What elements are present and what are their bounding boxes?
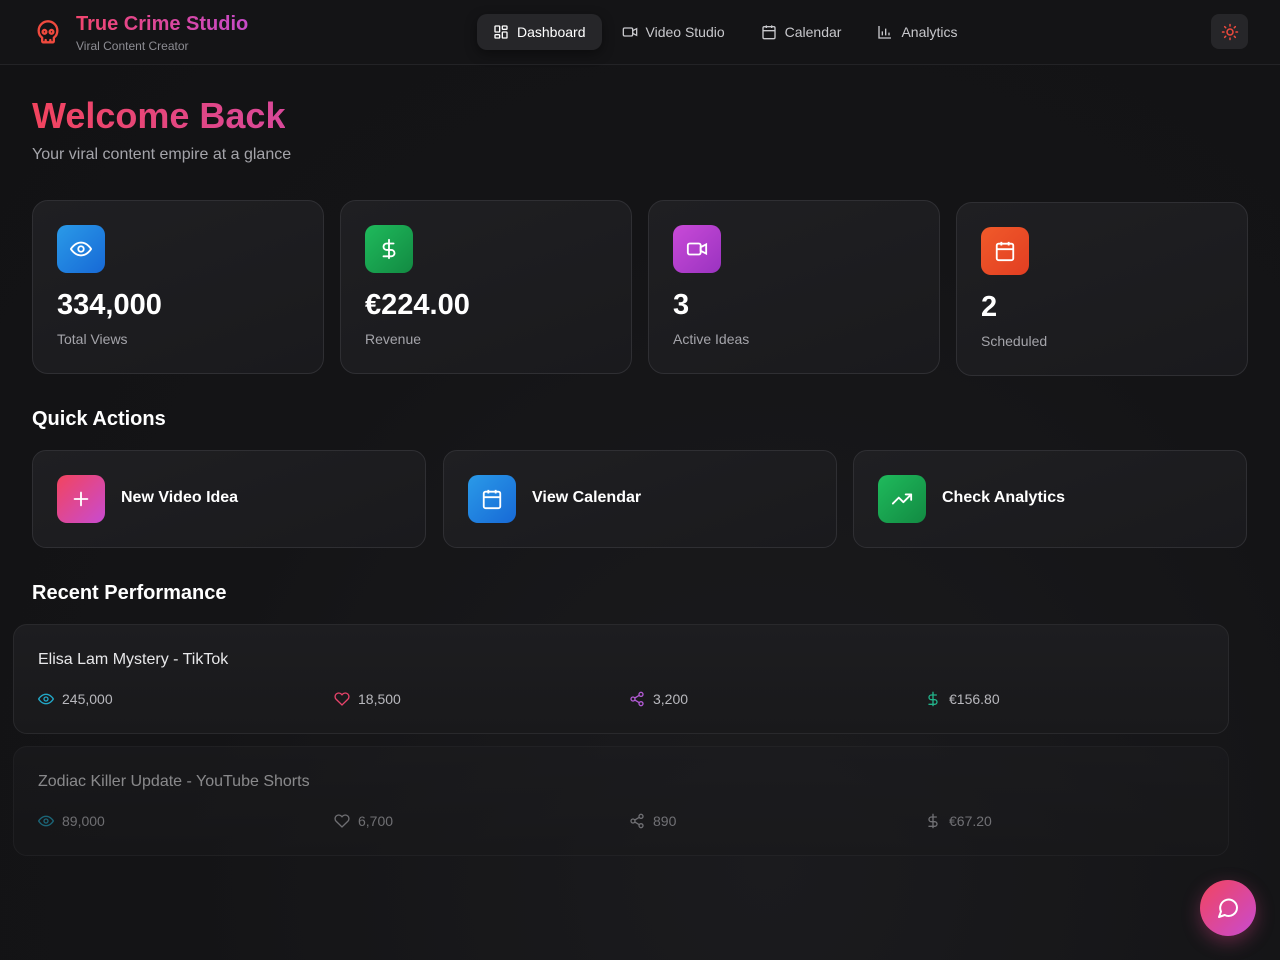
bar-chart-icon (878, 26, 892, 39)
recent-performance-title: Recent Performance (32, 582, 227, 604)
dollar-icon (928, 813, 938, 829)
performance-row[interactable]: Zodiac Killer Update - YouTube Shorts 89… (13, 746, 1229, 856)
plus-icon (73, 491, 89, 507)
calendar-icon (761, 25, 776, 40)
heart-icon (334, 692, 350, 706)
eye-icon (38, 693, 54, 705)
shares-value: 890 (653, 813, 677, 829)
nav-calendar-label: Calendar (784, 24, 842, 40)
chat-button[interactable] (1200, 880, 1256, 936)
stat-icon-box (673, 225, 721, 273)
revenue-value: €156.80 (949, 691, 1000, 707)
revenue-metric: €156.80 (925, 691, 1000, 707)
trending-up-icon (891, 493, 913, 505)
performance-row[interactable]: Elisa Lam Mystery - TikTok 245,000 18,50… (13, 624, 1229, 734)
views-value: 89,000 (62, 813, 105, 829)
video-camera-icon (622, 27, 637, 37)
brand-title: True Crime Studio (76, 13, 249, 35)
shares-value: 3,200 (653, 691, 689, 707)
stat-label: Scheduled (981, 333, 1048, 349)
likes-metric: 6,700 (334, 813, 393, 829)
page-title: Welcome Back (32, 95, 286, 136)
views-value: 245,000 (62, 691, 113, 707)
qa-label: New Video Idea (121, 489, 239, 506)
views-metric: 89,000 (38, 813, 105, 829)
qa-icon-box (57, 475, 105, 523)
qa-label: Check Analytics (942, 489, 1066, 506)
calendar-icon (995, 241, 1015, 262)
quick-actions-title: Quick Actions (32, 408, 166, 430)
likes-value: 18,500 (358, 691, 401, 707)
stat-label: Revenue (365, 331, 422, 347)
revenue-metric: €67.20 (925, 813, 992, 829)
stat-value: €224.00 (365, 289, 470, 321)
stat-value: 3 (673, 289, 690, 321)
eye-icon (38, 815, 54, 827)
stat-label: Active Ideas (673, 331, 750, 347)
nav-analytics-label: Analytics (901, 24, 958, 40)
nav-video-studio[interactable]: Video Studio (606, 14, 741, 50)
stat-label: Total Views (57, 331, 128, 347)
shares-metric: 890 (629, 813, 676, 829)
eye-icon (70, 241, 92, 257)
stat-card-scheduled: 2 Scheduled (956, 202, 1248, 376)
stat-icon-box (981, 227, 1029, 275)
page-subtitle: Your viral content empire at a glance (32, 146, 292, 163)
stat-value: 334,000 (57, 289, 162, 321)
views-metric: 245,000 (38, 691, 113, 707)
qa-icon-box (468, 475, 516, 523)
stat-card-views: 334,000 Total Views (32, 200, 324, 374)
stat-icon-box (57, 225, 105, 273)
theme-toggle-button[interactable] (1211, 14, 1248, 49)
qa-label: View Calendar (532, 489, 642, 506)
top-bar: True Crime Studio Viral Content Creator … (0, 0, 1280, 65)
heart-icon (334, 814, 350, 828)
stat-icon-box (365, 225, 413, 273)
skull-icon (37, 20, 59, 44)
stat-card-ideas: 3 Active Ideas (648, 200, 940, 374)
nav-analytics[interactable]: Analytics (861, 14, 973, 50)
view-calendar-button[interactable]: View Calendar (443, 450, 837, 548)
stat-card-revenue: €224.00 Revenue (340, 200, 632, 374)
shares-metric: 3,200 (629, 691, 688, 707)
new-video-idea-button[interactable]: New Video Idea (32, 450, 426, 548)
dashboard-grid-icon (494, 25, 508, 39)
video-camera-icon (686, 242, 708, 256)
revenue-value: €67.20 (949, 813, 992, 829)
likes-metric: 18,500 (334, 691, 401, 707)
sun-icon (1221, 23, 1238, 40)
stat-value: 2 (981, 291, 998, 323)
share-icon (630, 691, 644, 707)
brand-subtitle: Viral Content Creator (76, 39, 189, 53)
chat-bubble-icon (1218, 898, 1239, 918)
performance-row-title: Zodiac Killer Update - YouTube Shorts (38, 773, 310, 790)
qa-icon-box (878, 475, 926, 523)
nav-video-studio-label: Video Studio (645, 24, 725, 40)
nav-calendar[interactable]: Calendar (745, 14, 858, 50)
check-analytics-button[interactable]: Check Analytics (853, 450, 1247, 548)
dollar-icon (928, 691, 938, 707)
dollar-icon (382, 238, 396, 260)
brand[interactable]: True Crime Studio Viral Content Creator (34, 12, 248, 53)
nav-dashboard[interactable]: Dashboard (477, 14, 602, 50)
performance-row-title: Elisa Lam Mystery - TikTok (38, 651, 229, 668)
share-icon (630, 813, 644, 829)
nav-dashboard-label: Dashboard (517, 24, 586, 40)
main-nav: Dashboard Video Studio Calendar Analytic… (477, 14, 978, 50)
calendar-icon (482, 489, 502, 510)
likes-value: 6,700 (358, 813, 394, 829)
